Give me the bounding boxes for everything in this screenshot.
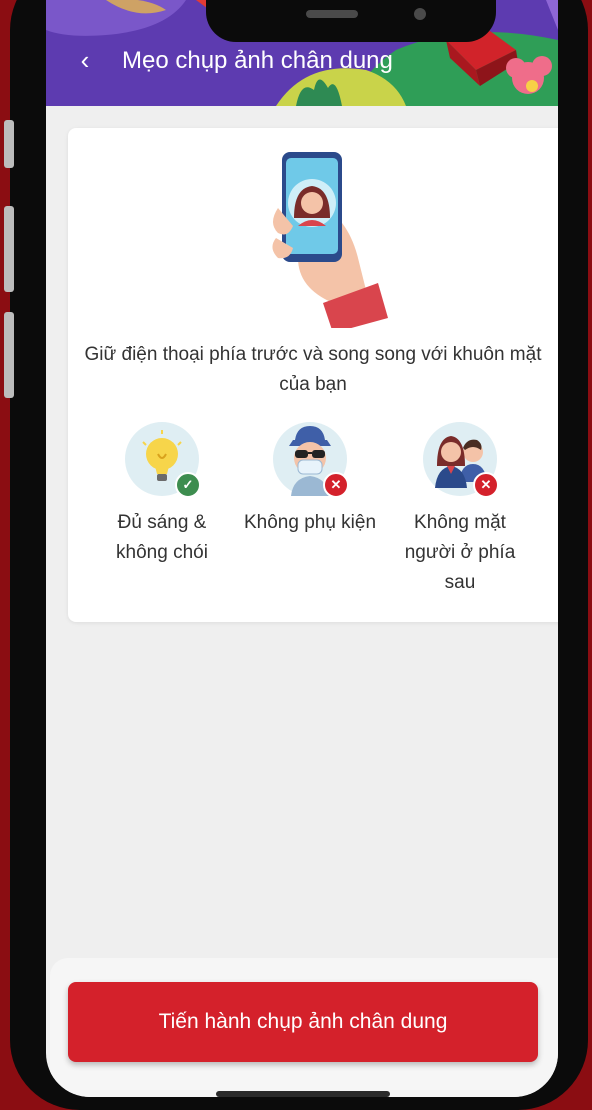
phone-side-button	[4, 206, 14, 292]
phone-side-button	[4, 312, 14, 398]
cross-badge-icon: ✕	[323, 472, 349, 498]
light-bulb-icon: ✓	[125, 422, 201, 498]
home-indicator	[216, 1091, 390, 1097]
phone-notch	[206, 0, 496, 42]
tip-good-lighting: ✓ Đủ sáng & không chói	[92, 422, 232, 568]
speaker-grille	[306, 10, 358, 18]
tip-no-background-faces: ✕ Không mặt người ở phía sau	[390, 422, 530, 598]
start-portrait-capture-button[interactable]: Tiến hành chụp ảnh chân dung	[68, 982, 538, 1062]
page-title: Mẹo chụp ảnh chân dung	[122, 47, 393, 74]
phone-side-button	[4, 120, 14, 168]
two-people-icon: ✕	[423, 422, 499, 498]
tip-no-accessories: ✕ Không phụ kiện	[240, 422, 380, 538]
tips-card: Giữ điện thoại phía trước và song song v…	[68, 128, 558, 622]
accessories-person-icon: ✕	[273, 422, 349, 498]
tip-label: Không mặt người ở phía sau	[404, 512, 516, 593]
phone-in-hand-icon	[272, 152, 388, 328]
chevron-left-icon: ‹	[80, 45, 90, 75]
check-badge-icon: ✓	[175, 472, 201, 498]
back-button[interactable]: ‹	[68, 44, 102, 78]
cross-badge-icon: ✕	[473, 472, 499, 498]
tip-label: Đủ sáng & không chói	[116, 512, 208, 563]
front-camera	[414, 8, 426, 20]
tip-label: Không phụ kiện	[243, 512, 377, 533]
main-tip-text: Giữ điện thoại phía trước và song song v…	[84, 344, 542, 395]
app-screen: ‹ Mẹo chụp ảnh chân dung Giữ điện thoại …	[46, 0, 558, 1097]
